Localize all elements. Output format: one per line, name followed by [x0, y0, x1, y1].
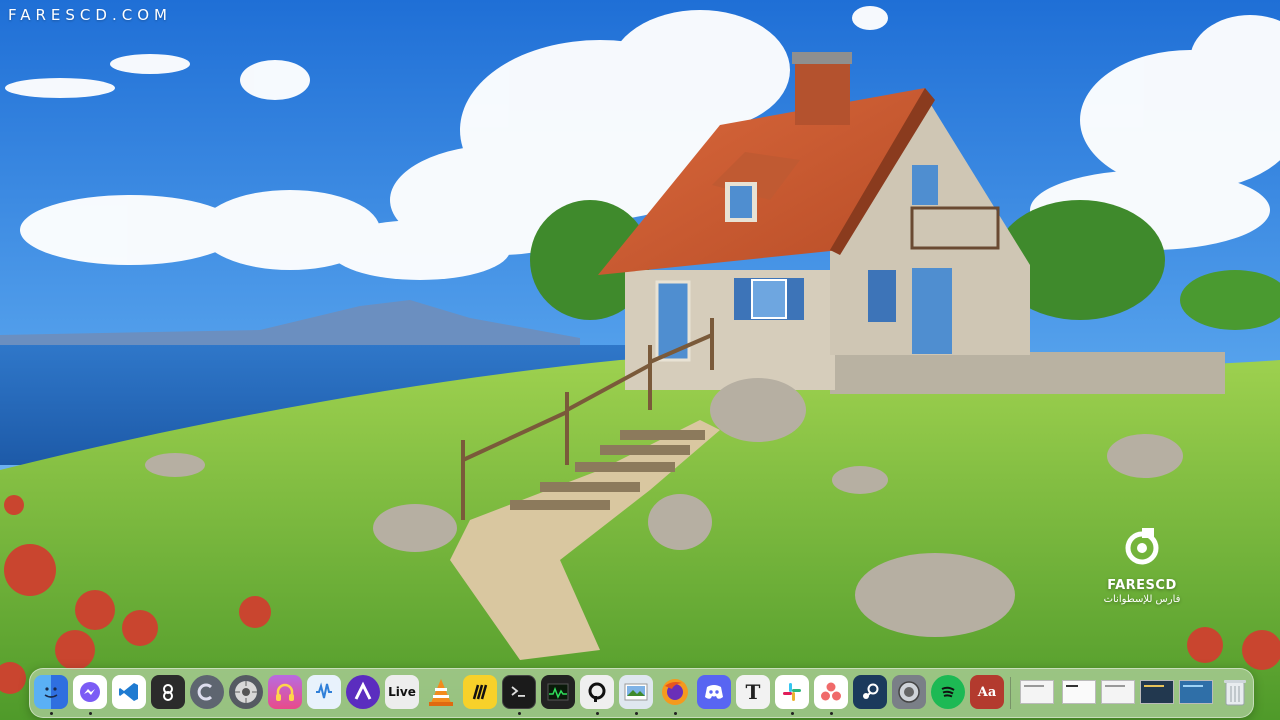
farescd-brand-logo: FARESCD فارس للإسطوانات	[1100, 524, 1184, 605]
discord-icon[interactable]	[697, 675, 731, 709]
activity-monitor-icon[interactable]	[541, 675, 575, 709]
headphones-icon[interactable]	[268, 675, 302, 709]
typora-label: T	[745, 680, 761, 704]
trash-icon[interactable]	[1218, 675, 1252, 709]
farescd-logo-icon	[1125, 528, 1159, 565]
ableton-live-icon[interactable]: Live	[385, 675, 419, 709]
infuse-icon[interactable]	[151, 675, 185, 709]
terminal-running-indicator	[518, 712, 521, 715]
miro-icon[interactable]	[463, 675, 497, 709]
codepoint-icon[interactable]	[190, 675, 224, 709]
audio-wave-icon[interactable]	[307, 675, 341, 709]
vlc-icon[interactable]	[424, 675, 458, 709]
system-settings-icon[interactable]	[892, 675, 926, 709]
site-watermark: FARESCD.COM	[8, 6, 172, 24]
brand-name: FARESCD	[1107, 578, 1177, 593]
terminal-icon[interactable]	[502, 675, 536, 709]
arc-icon[interactable]	[346, 675, 380, 709]
window-thumbnail-5[interactable]	[1179, 680, 1213, 704]
dock-separator	[1010, 677, 1011, 709]
firefox-icon[interactable]	[658, 675, 692, 709]
brand-arabic-name: فارس للإسطوانات	[1103, 594, 1181, 605]
messenger-running-indicator	[89, 712, 92, 715]
dictionary-icon[interactable]: Aa	[970, 675, 1004, 709]
window-thumbnail-1[interactable]	[1020, 680, 1054, 704]
proxyman-running-indicator	[596, 712, 599, 715]
finder-icon[interactable]	[34, 675, 68, 709]
preview-icon[interactable]	[619, 675, 653, 709]
slack-running-indicator	[791, 712, 794, 715]
finder-running-indicator	[50, 712, 53, 715]
vscode-icon[interactable]	[112, 675, 146, 709]
window-thumbnail-2[interactable]	[1062, 680, 1096, 704]
spotify-icon[interactable]	[931, 675, 965, 709]
window-thumbnail-3[interactable]	[1101, 680, 1135, 704]
firefox-running-indicator	[674, 712, 677, 715]
dictionary-label: Aa	[977, 684, 997, 700]
typora-icon[interactable]: T	[736, 675, 770, 709]
desktop-wallpaper	[0, 0, 1280, 720]
slack-icon[interactable]	[775, 675, 809, 709]
messenger-icon[interactable]	[73, 675, 107, 709]
asana-running-indicator	[830, 712, 833, 715]
disk-utility-icon[interactable]	[229, 675, 263, 709]
proxyman-icon[interactable]	[580, 675, 614, 709]
preview-running-indicator	[635, 712, 638, 715]
asana-icon[interactable]	[814, 675, 848, 709]
dock: Live T Aa	[29, 668, 1254, 718]
steam-icon[interactable]	[853, 675, 887, 709]
window-thumbnail-4[interactable]	[1140, 680, 1174, 704]
ableton-live-label: Live	[388, 685, 416, 699]
